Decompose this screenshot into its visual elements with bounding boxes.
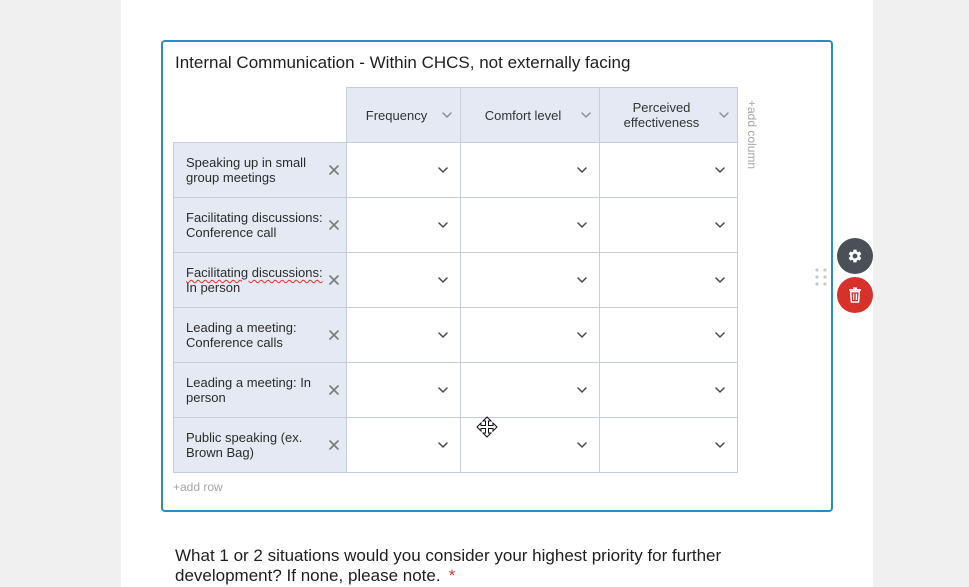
row-label-cell[interactable]: Facilitating discussions: Conference cal… — [173, 198, 347, 253]
matrix-dropdown-perceived-effectiveness[interactable] — [600, 418, 738, 473]
column-header-label: Comfort level — [484, 107, 562, 123]
matrix-dropdown-comfort-level[interactable] — [461, 253, 600, 308]
chevron-down-icon — [577, 332, 587, 338]
settings-button[interactable] — [837, 238, 873, 274]
matrix-dropdown-perceived-effectiveness[interactable] — [600, 143, 738, 198]
close-icon — [329, 385, 339, 395]
next-question[interactable]: What 1 or 2 situations would you conside… — [175, 546, 775, 586]
matrix-dropdown-perceived-effectiveness[interactable] — [600, 198, 738, 253]
chevron-down-icon — [577, 222, 587, 228]
chevron-down-icon[interactable] — [719, 112, 729, 118]
matrix-dropdown-frequency[interactable] — [347, 308, 461, 363]
close-icon — [329, 220, 339, 230]
row-label: Leading a meeting: Conference calls — [186, 320, 297, 350]
column-header-label: Perceived effectiveness — [623, 100, 700, 130]
chevron-down-icon — [577, 387, 587, 393]
remove-row-button[interactable] — [329, 330, 339, 340]
row-label-cell[interactable]: Facilitating discussions: In person — [173, 253, 347, 308]
chevron-down-icon — [438, 222, 448, 228]
row-label-cell[interactable]: Public speaking (ex. Brown Bag) — [173, 418, 347, 473]
row-label: Leading a meeting: In person — [186, 375, 312, 405]
close-icon — [329, 440, 339, 450]
chevron-down-icon — [715, 442, 725, 448]
chevron-down-icon — [715, 222, 725, 228]
column-header-perceived-effectiveness[interactable]: Perceived effectiveness — [600, 87, 738, 143]
chevron-down-icon — [438, 332, 448, 338]
chevron-down-icon — [577, 277, 587, 283]
matrix-grid: Frequency Comfort level Perceived effect… — [173, 87, 738, 473]
delete-button[interactable] — [837, 277, 873, 313]
chevron-down-icon — [438, 442, 448, 448]
chevron-down-icon — [715, 167, 725, 173]
matrix-dropdown-perceived-effectiveness[interactable] — [600, 308, 738, 363]
gear-icon — [848, 249, 862, 263]
column-header-label: Frequency — [365, 107, 428, 123]
chevron-down-icon — [577, 442, 587, 448]
add-column-link[interactable]: +add column — [745, 100, 759, 169]
matrix-dropdown-frequency[interactable] — [347, 253, 461, 308]
matrix-dropdown-comfort-level[interactable] — [461, 143, 600, 198]
matrix-dropdown-frequency[interactable] — [347, 363, 461, 418]
trash-icon — [849, 287, 861, 303]
matrix-corner-cell — [173, 87, 347, 143]
matrix-dropdown-comfort-level[interactable] — [461, 308, 600, 363]
remove-row-button[interactable] — [329, 385, 339, 395]
row-label-cell[interactable]: Speaking up in small group meetings — [173, 143, 347, 198]
close-icon — [329, 165, 339, 175]
chevron-down-icon[interactable] — [442, 112, 452, 118]
row-label-cell[interactable]: Leading a meeting: In person — [173, 363, 347, 418]
remove-row-button[interactable] — [329, 165, 339, 175]
chevron-down-icon — [577, 167, 587, 173]
required-asterisk: * — [448, 566, 456, 585]
chevron-down-icon — [715, 277, 725, 283]
move-cursor-icon — [476, 416, 498, 438]
row-label: Facilitating discussions: In person — [186, 265, 323, 295]
column-header-comfort-level[interactable]: Comfort level — [461, 87, 600, 143]
remove-row-button[interactable] — [329, 275, 339, 285]
matrix-dropdown-comfort-level[interactable] — [461, 363, 600, 418]
chevron-down-icon — [438, 387, 448, 393]
chevron-down-icon — [715, 332, 725, 338]
row-label: Public speaking (ex. Brown Bag) — [186, 430, 303, 460]
chevron-down-icon — [438, 277, 448, 283]
matrix-dropdown-frequency[interactable] — [347, 143, 461, 198]
chevron-down-icon — [438, 167, 448, 173]
matrix-dropdown-frequency[interactable] — [347, 198, 461, 253]
close-icon — [329, 275, 339, 285]
remove-row-button[interactable] — [329, 220, 339, 230]
matrix-dropdown-perceived-effectiveness[interactable] — [600, 363, 738, 418]
question-title[interactable]: Internal Communication - Within CHCS, no… — [175, 52, 630, 74]
row-label-cell[interactable]: Leading a meeting: Conference calls — [173, 308, 347, 363]
column-header-frequency[interactable]: Frequency — [347, 87, 461, 143]
matrix-dropdown-perceived-effectiveness[interactable] — [600, 253, 738, 308]
remove-row-button[interactable] — [329, 440, 339, 450]
chevron-down-icon — [715, 387, 725, 393]
chevron-down-icon[interactable] — [581, 112, 591, 118]
close-icon — [329, 330, 339, 340]
matrix-dropdown-comfort-level[interactable] — [461, 198, 600, 253]
row-label: Speaking up in small group meetings — [186, 155, 306, 185]
row-label: Facilitating discussions: Conference cal… — [186, 210, 323, 240]
add-row-link[interactable]: +add row — [173, 480, 223, 494]
matrix-dropdown-frequency[interactable] — [347, 418, 461, 473]
drag-handle-icon[interactable] — [815, 268, 827, 286]
